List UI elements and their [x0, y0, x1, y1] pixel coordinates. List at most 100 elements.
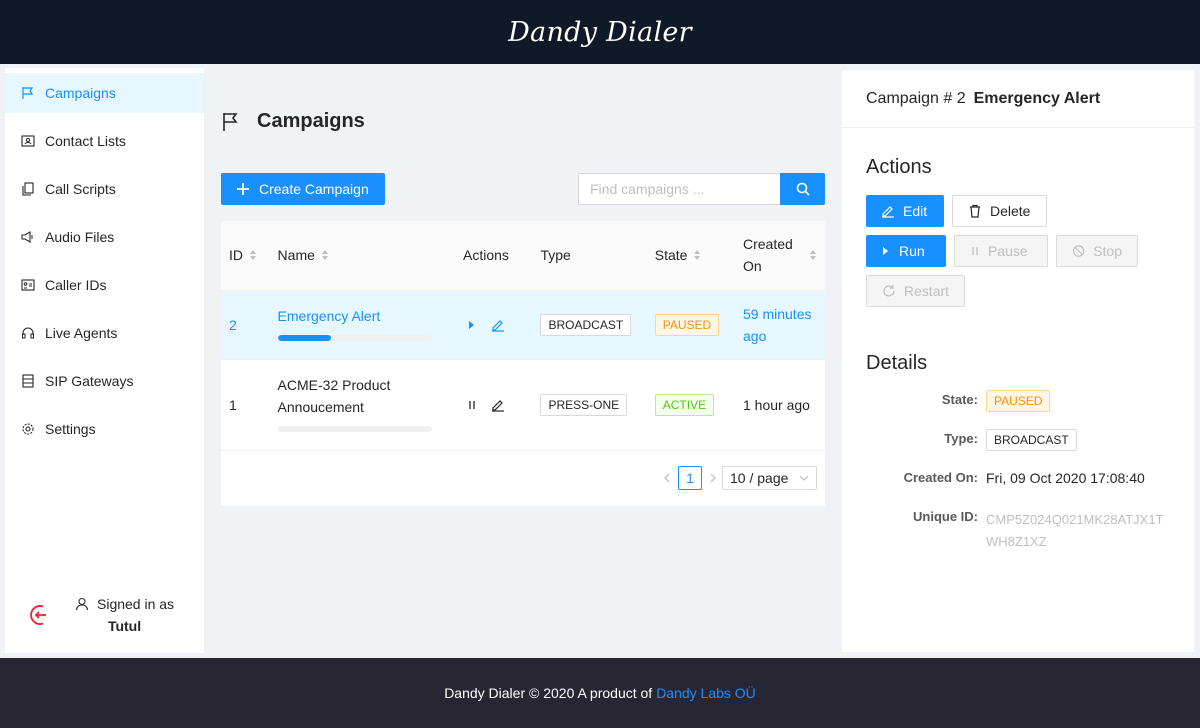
progress-bar — [277, 425, 432, 432]
cell-created: 1 hour ago — [735, 359, 825, 451]
state-tag: PAUSED — [654, 314, 720, 336]
main-content: Campaigns Create Campaign ID Name Action… — [205, 64, 842, 658]
campaign-name: Emergency Alert — [973, 89, 1101, 107]
chevron-right-icon — [710, 473, 716, 483]
pause-button[interactable] — [467, 399, 477, 411]
sidebar-item-label: Audio Files — [45, 229, 115, 245]
sidebar-item-sip-gateways[interactable]: SIP Gateways — [5, 361, 204, 401]
sidebar-item-live-agents[interactable]: Live Agents — [5, 313, 204, 353]
sidebar-item-settings[interactable]: Settings — [5, 409, 204, 449]
table-row[interactable]: 2 Emergency Alert BROADCAST PAUSED 59 mi… — [221, 290, 825, 360]
next-page-button[interactable] — [708, 473, 718, 483]
signed-in-text: Signed in as Tutul — [75, 593, 174, 637]
details-title: Details — [866, 352, 928, 374]
sort-icon — [250, 250, 256, 261]
page-size-value: 10 / page — [730, 470, 789, 486]
cell-actions — [455, 359, 533, 451]
detail-label: Created On: — [903, 470, 978, 485]
cell-name: Emergency Alert — [269, 290, 456, 360]
sidebar-item-label: Settings — [45, 421, 96, 437]
campaign-name-link[interactable]: ACME-32 Product Annoucement — [278, 374, 447, 418]
search-input[interactable] — [578, 173, 780, 205]
edit-button[interactable] — [491, 398, 505, 412]
page-number[interactable]: 1 — [678, 466, 702, 490]
detail-value: PAUSED — [986, 390, 1051, 412]
user-icon — [75, 597, 89, 611]
column-header-state[interactable]: State — [646, 221, 735, 291]
footer: Dandy Dialer © 2020 A product of Dandy L… — [0, 658, 1200, 728]
stop-button[interactable]: Stop — [1056, 235, 1138, 267]
sidebar-item-label: Live Agents — [45, 325, 118, 341]
cell-created: 59 minutes ago — [735, 290, 825, 360]
edit-button[interactable] — [491, 318, 505, 332]
column-header-id[interactable]: ID — [221, 221, 270, 291]
detail-label: Type: — [944, 431, 978, 446]
signed-in-label: Signed in as — [97, 596, 175, 612]
sidebar-item-contact-lists[interactable]: Contact Lists — [5, 121, 204, 161]
detail-label: State: — [941, 392, 978, 407]
copy-icon — [22, 182, 34, 196]
detail-label: Unique ID: — [913, 509, 978, 524]
column-header-created[interactable]: Created On — [735, 221, 825, 291]
sort-icon — [810, 250, 816, 261]
column-header-actions: Actions — [455, 221, 533, 291]
search-button[interactable] — [780, 173, 825, 205]
edit-icon — [492, 319, 505, 332]
detail-type-row: Type: BROADCAST — [842, 429, 1194, 453]
app-logo[interactable]: Dandy Dialer — [508, 17, 692, 48]
prev-page-button[interactable] — [662, 473, 672, 483]
signed-in-block: Signed in as Tutul — [5, 577, 205, 653]
state-tag: PAUSED — [986, 390, 1051, 412]
campaign-detail-panel: Campaign # 2 Emergency Alert Actions Edi… — [842, 70, 1194, 652]
reload-icon — [883, 285, 895, 297]
campaign-search — [578, 173, 825, 205]
headset-icon — [22, 327, 34, 339]
delete-button[interactable]: Delete — [952, 195, 1047, 227]
restart-button[interactable]: Restart — [866, 275, 965, 307]
table-row[interactable]: 1 ACME-32 Product Annoucement PRESS-ONE … — [221, 359, 825, 451]
sidebar-item-label: Contact Lists — [45, 133, 126, 149]
type-tag: BROADCAST — [540, 314, 632, 336]
footer-link[interactable]: Dandy Labs OÜ — [656, 685, 756, 701]
create-campaign-button[interactable]: Create Campaign — [221, 173, 385, 205]
sort-icon — [694, 250, 701, 261]
cell-actions — [455, 290, 533, 360]
campaigns-table-card: ID Name Actions Type State Created On 2 … — [221, 221, 825, 506]
run-button[interactable]: Run — [866, 235, 946, 267]
detail-value: Fri, 09 Oct 2020 17:08:40 — [986, 470, 1145, 486]
state-tag: ACTIVE — [654, 394, 715, 416]
column-header-name[interactable]: Name — [269, 221, 456, 291]
play-icon — [883, 247, 888, 255]
pagination: 1 10 / page — [662, 466, 817, 490]
flag-icon — [223, 112, 238, 131]
sidebar-item-call-scripts[interactable]: Call Scripts — [5, 169, 204, 209]
play-button[interactable] — [467, 319, 477, 331]
sidebar-item-label: Call Scripts — [45, 181, 116, 197]
sidebar-item-campaigns[interactable]: Campaigns — [5, 73, 204, 113]
edit-button[interactable]: Edit — [866, 195, 944, 227]
logout-icon[interactable] — [29, 603, 53, 627]
column-header-type: Type — [532, 221, 647, 291]
type-tag: BROADCAST — [986, 429, 1077, 451]
type-tag: PRESS-ONE — [540, 394, 628, 416]
plus-icon — [237, 183, 249, 195]
detail-value: CMP5Z024Q021MK28ATJX1T WH8Z1XZ — [986, 509, 1164, 553]
sidebar-item-label: Caller IDs — [45, 277, 107, 293]
cell-type: PRESS-ONE — [532, 359, 647, 451]
progress-bar — [277, 334, 432, 341]
uid-line: WH8Z1XZ — [986, 534, 1047, 549]
page-size-select[interactable]: 10 / page — [722, 466, 817, 490]
uid-line: CMP5Z024Q021MK28ATJX1T — [986, 512, 1164, 527]
cell-id: 2 — [221, 290, 270, 360]
sidebar-item-caller-ids[interactable]: Caller IDs — [5, 265, 204, 305]
pause-button[interactable]: Pause — [954, 235, 1048, 267]
campaign-name-link[interactable]: Emergency Alert — [278, 305, 447, 327]
campaign-number: Campaign # 2 — [866, 89, 966, 107]
edit-icon — [882, 206, 894, 218]
create-campaign-label: Create Campaign — [259, 181, 369, 197]
cell-type: BROADCAST — [532, 290, 647, 360]
sidebar: Campaigns Contact Lists Call Scripts Aud… — [5, 68, 205, 653]
top-bar: Dandy Dialer — [0, 0, 1200, 64]
sidebar-item-audio-files[interactable]: Audio Files — [5, 217, 204, 257]
progress-fill — [277, 334, 332, 341]
